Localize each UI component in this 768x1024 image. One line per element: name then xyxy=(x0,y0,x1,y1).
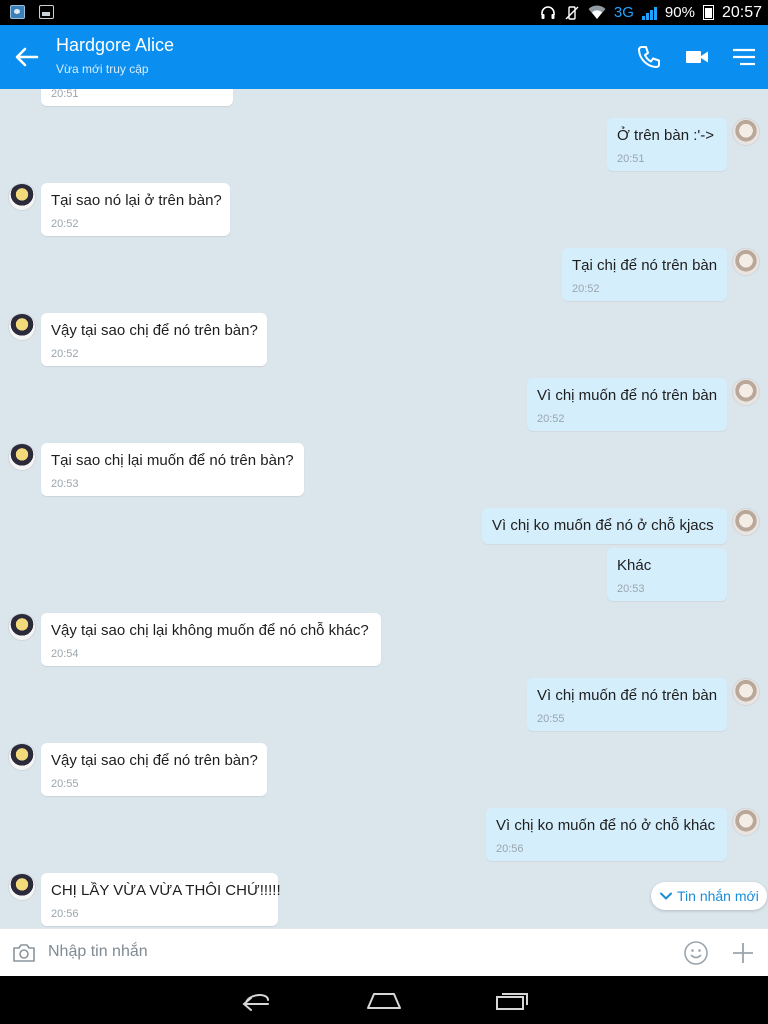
battery-icon xyxy=(702,5,714,20)
contact-status: Vừa mới truy cập xyxy=(56,62,149,76)
nav-home-icon[interactable] xyxy=(366,988,402,1012)
message-text: Vậy tại sao chị lại không muốn để nó chỗ… xyxy=(51,622,369,639)
message-text: CHỊ LẦY VỪA VỪA THÔI CHỨ!!!!! xyxy=(51,882,281,899)
message-incoming[interactable]: Vậy tại sao chị để nó trên bàn? 20:55 xyxy=(41,743,267,796)
network-type: 3G xyxy=(613,4,634,21)
message-time: 20:52 xyxy=(51,348,79,360)
message-incoming[interactable]: Vậy tại sao chị để nó trên bàn? 20:52 xyxy=(41,313,267,366)
image-notification-icon xyxy=(39,5,54,19)
message-text: Vì chị muốn để nó trên bàn xyxy=(537,387,718,404)
emoji-icon[interactable] xyxy=(683,940,709,966)
contact-avatar[interactable] xyxy=(8,743,36,771)
self-avatar xyxy=(732,118,760,146)
signal-icon xyxy=(641,6,657,20)
message-incoming[interactable]: CHỊ LẦY VỪA VỪA THÔI CHỨ!!!!! 20:56 xyxy=(41,873,281,926)
message-outgoing[interactable]: Tại chị để nó trên bàn 20:52 xyxy=(562,248,727,301)
self-avatar xyxy=(732,378,760,406)
message-text: Tại sao nó lại ở trên bàn? xyxy=(51,192,222,209)
nav-recent-icon[interactable] xyxy=(494,988,530,1012)
battery-percent: 90% xyxy=(664,4,695,21)
vibrate-off-icon xyxy=(565,5,579,20)
message-incoming[interactable]: Tại sao nó lại ở trên bàn? 20:52 xyxy=(41,183,230,236)
message-text: Vậy tại sao chị để nó trên bàn? xyxy=(51,752,258,769)
self-avatar xyxy=(732,678,760,706)
message-time: 20:53 xyxy=(617,583,645,595)
new-messages-button[interactable]: Tin nhắn mới xyxy=(651,882,767,910)
message-time: 20:56 xyxy=(496,843,524,855)
plus-icon[interactable] xyxy=(730,940,756,966)
new-messages-label: Tin nhắn mới xyxy=(677,888,759,904)
message-incoming[interactable]: 20:51 xyxy=(41,89,233,106)
phone-icon[interactable] xyxy=(635,43,663,71)
contact-avatar[interactable] xyxy=(8,183,36,211)
contact-avatar[interactable] xyxy=(8,313,36,341)
message-time: 20:52 xyxy=(537,413,565,425)
message-text: Vì chị ko muốn để nó ở chỗ kjacs xyxy=(492,517,714,534)
message-text: Khác xyxy=(617,557,652,574)
message-time: 20:53 xyxy=(51,478,79,490)
navigation-bar xyxy=(0,976,768,1024)
message-outgoing[interactable]: Vì chị ko muốn để nó ở chỗ kjacs xyxy=(482,508,727,544)
contact-avatar[interactable] xyxy=(8,613,36,641)
message-input-bar: Nhập tin nhắn xyxy=(0,928,768,976)
arrow-left-icon[interactable] xyxy=(13,43,41,71)
camera-icon[interactable] xyxy=(11,941,37,965)
video-camera-icon[interactable] xyxy=(683,43,711,71)
message-incoming[interactable]: Vậy tại sao chị lại không muốn để nó chỗ… xyxy=(41,613,381,666)
message-text: Vì chị muốn để nó trên bàn xyxy=(537,687,718,704)
chat-messages[interactable]: 20:51 Ở trên bàn :'-> 20:51 Tại sao nó l… xyxy=(0,89,768,928)
message-text: Vậy tại sao chị để nó trên bàn? xyxy=(51,322,258,339)
message-outgoing[interactable]: Vì chị muốn để nó trên bàn 20:52 xyxy=(527,378,727,431)
message-text: Ở trên bàn :'-> xyxy=(617,127,715,144)
message-time: 20:56 xyxy=(51,908,79,920)
self-avatar xyxy=(732,808,760,836)
nav-back-icon[interactable] xyxy=(238,988,274,1012)
message-outgoing[interactable]: Khác 20:53 xyxy=(607,548,727,601)
message-time: 20:52 xyxy=(572,283,600,295)
message-text: Tại sao chị lại muốn để nó trên bàn? xyxy=(51,452,294,469)
message-time: 20:55 xyxy=(537,713,565,725)
message-text: Tại chị để nó trên bàn xyxy=(572,257,718,274)
contact-name[interactable]: Hardgore Alice xyxy=(56,35,174,56)
chevron-down-icon xyxy=(660,892,672,900)
message-time: 20:51 xyxy=(617,153,645,165)
message-incoming[interactable]: Tại sao chị lại muốn để nó trên bàn? 20:… xyxy=(41,443,304,496)
message-time: 20:55 xyxy=(51,778,79,790)
headphones-icon xyxy=(541,5,555,19)
wifi-icon xyxy=(588,5,606,19)
message-outgoing[interactable]: Vì chị ko muốn để nó ở chỗ khác 20:56 xyxy=(486,808,727,861)
self-avatar xyxy=(732,248,760,276)
contact-avatar[interactable] xyxy=(8,443,36,471)
contact-avatar[interactable] xyxy=(8,873,36,901)
message-input[interactable]: Nhập tin nhắn xyxy=(48,943,148,961)
menu-icon[interactable] xyxy=(730,43,758,71)
self-avatar xyxy=(732,508,760,536)
status-bar: 3G 90% 20:57 xyxy=(0,0,768,25)
message-time: 20:52 xyxy=(51,218,79,230)
clock: 20:57 xyxy=(721,3,762,21)
message-time: 20:54 xyxy=(51,648,79,660)
message-text: Vì chị ko muốn để nó ở chỗ khác xyxy=(496,817,716,834)
app-notification-icon xyxy=(10,5,25,19)
chat-header: Hardgore Alice Vừa mới truy cập xyxy=(0,25,768,89)
message-outgoing[interactable]: Ở trên bàn :'-> 20:51 xyxy=(607,118,727,171)
message-outgoing[interactable]: Vì chị muốn để nó trên bàn 20:55 xyxy=(527,678,727,731)
